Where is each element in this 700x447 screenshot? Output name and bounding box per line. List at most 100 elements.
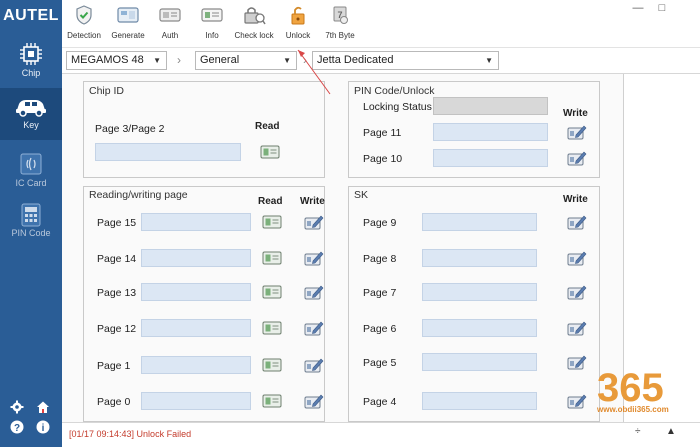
sidebar-item-key[interactable]: Key: [0, 88, 62, 140]
minimize-button[interactable]: —: [630, 2, 646, 14]
settings-icon[interactable]: [10, 400, 24, 414]
toolbar-detection-button[interactable]: Detection: [60, 4, 108, 44]
page-11-field[interactable]: [433, 123, 548, 141]
read-button[interactable]: [262, 394, 282, 408]
read-button[interactable]: [262, 215, 282, 229]
toolbar-info-button[interactable]: Info: [188, 4, 236, 44]
content-area: Chip ID Page 3/Page 2 Read PIN Code/Unlo…: [62, 74, 623, 423]
scroll-divider-icon[interactable]: ÷: [635, 426, 641, 437]
home-icon[interactable]: [36, 400, 50, 414]
mode-value: General: [200, 54, 240, 66]
page-0-field[interactable]: [141, 392, 251, 410]
write-button[interactable]: [304, 250, 324, 266]
write-button[interactable]: [567, 320, 587, 336]
page-10-field[interactable]: [433, 149, 548, 167]
info-icon[interactable]: i: [36, 420, 50, 434]
sk-row-label: Page 9: [363, 217, 397, 229]
write-button[interactable]: [304, 214, 324, 230]
page-label: Page 3/Page 2: [95, 123, 165, 135]
toolbar-item-label: Generate: [111, 31, 145, 40]
sidebar-item-chip[interactable]: Chip: [0, 36, 62, 88]
read-button[interactable]: [262, 251, 282, 265]
pin-row-label: Page 11: [363, 127, 402, 139]
help-icon[interactable]: ?: [10, 420, 24, 434]
write-button[interactable]: [567, 393, 587, 409]
write-button[interactable]: [567, 150, 587, 166]
write-button[interactable]: [304, 320, 324, 336]
sk-panel: SK Write Page 9 Page 8 Page 7 Page 6 Pag…: [348, 186, 600, 422]
write-button[interactable]: [567, 354, 587, 370]
sidebar-item-ic-card[interactable]: IC Card: [0, 146, 62, 198]
panel-title: SK: [354, 189, 369, 201]
status-message: [01/17 09:14:43] Unlock Failed: [69, 429, 192, 439]
rw-row-label: Page 15: [97, 217, 137, 229]
chevron-up-icon[interactable]: ▲: [666, 426, 676, 437]
chip-type-select[interactable]: MEGAMOS 48 ▼: [66, 51, 167, 70]
unlock-icon: [274, 4, 322, 26]
read-header: Read: [255, 121, 280, 132]
write-button[interactable]: [304, 393, 324, 409]
write-button[interactable]: [567, 124, 587, 140]
maximize-button[interactable]: □: [654, 2, 670, 14]
sidebar-bottom-row-2: ? i: [0, 420, 62, 436]
sidebar-item-label: Key: [23, 120, 39, 130]
sidebar-bottom-row-1: [0, 400, 62, 416]
toolbar-item-label: Auth: [161, 31, 179, 40]
panel-title: PIN Code/Unlock: [354, 85, 435, 97]
panel-title: Chip ID: [89, 85, 125, 97]
page-9-field[interactable]: [422, 213, 537, 231]
toolbar-check-lock-button[interactable]: Check lock: [230, 4, 278, 44]
chip-type-value: MEGAMOS 48: [71, 54, 144, 66]
page-14-field[interactable]: [141, 249, 251, 267]
mode-select[interactable]: General ▼: [195, 51, 297, 70]
read-button[interactable]: [260, 145, 280, 159]
page-7-field[interactable]: [422, 283, 537, 301]
locking-status-field: [433, 97, 548, 115]
selector-bar: MEGAMOS 48 ▼ › General ▼ › Jetta Dedicat…: [62, 47, 700, 73]
pin-row-label: Page 10: [363, 153, 403, 165]
page-5-field[interactable]: [422, 353, 537, 371]
chip-id-panel: Chip ID Page 3/Page 2 Read: [83, 81, 325, 178]
read-button[interactable]: [262, 285, 282, 299]
auth-icon: [146, 4, 194, 26]
chip-id-field[interactable]: [95, 143, 241, 161]
toolbar-7th-byte-button[interactable]: 7 7th Byte: [316, 4, 364, 44]
annotation-arrow: [297, 49, 331, 95]
sidebar-item-pin-code[interactable]: PIN Code: [0, 196, 62, 248]
info-card-icon: [188, 4, 236, 26]
sk-row-label: Page 6: [363, 323, 397, 335]
sidebar-item-label: PIN Code: [11, 228, 51, 238]
page-13-field[interactable]: [141, 283, 251, 301]
sidebar: AUTEL Chip Key IC Card PIN Code ? i: [0, 0, 62, 447]
write-button[interactable]: [304, 357, 324, 373]
sk-row-label: Page 8: [363, 253, 397, 265]
reading-writing-panel: Reading/writing page Read Write Page 15 …: [83, 186, 325, 422]
svg-text:i: i: [42, 423, 45, 434]
toolbar-generate-button[interactable]: Generate: [104, 4, 152, 44]
toolbar-item-label: Info: [205, 31, 219, 40]
svg-text:?: ?: [14, 423, 20, 434]
page-15-field[interactable]: [141, 213, 251, 231]
page-1-field[interactable]: [141, 356, 251, 374]
rw-row-label: Page 12: [97, 323, 137, 335]
write-button[interactable]: [567, 214, 587, 230]
status-bar: [01/17 09:14:43] Unlock Failed ÷ ▲: [62, 422, 700, 447]
read-button[interactable]: [262, 358, 282, 372]
sidebar-item-label: IC Card: [15, 178, 47, 188]
toolbar-auth-button[interactable]: Auth: [146, 4, 194, 44]
page-8-field[interactable]: [422, 249, 537, 267]
write-header: Write: [300, 196, 325, 207]
car-key-icon: [0, 88, 62, 120]
page-12-field[interactable]: [141, 319, 251, 337]
read-button[interactable]: [262, 321, 282, 335]
write-button[interactable]: [567, 250, 587, 266]
toolbar-unlock-button[interactable]: Unlock: [274, 4, 322, 44]
write-button[interactable]: [567, 284, 587, 300]
write-header: Write: [563, 108, 588, 119]
locking-status-label: Locking Status: [363, 101, 432, 113]
page-4-field[interactable]: [422, 392, 537, 410]
breadcrumb-separator: ›: [177, 53, 181, 67]
page-6-field[interactable]: [422, 319, 537, 337]
rw-row-label: Page 0: [97, 396, 131, 408]
write-button[interactable]: [304, 284, 324, 300]
